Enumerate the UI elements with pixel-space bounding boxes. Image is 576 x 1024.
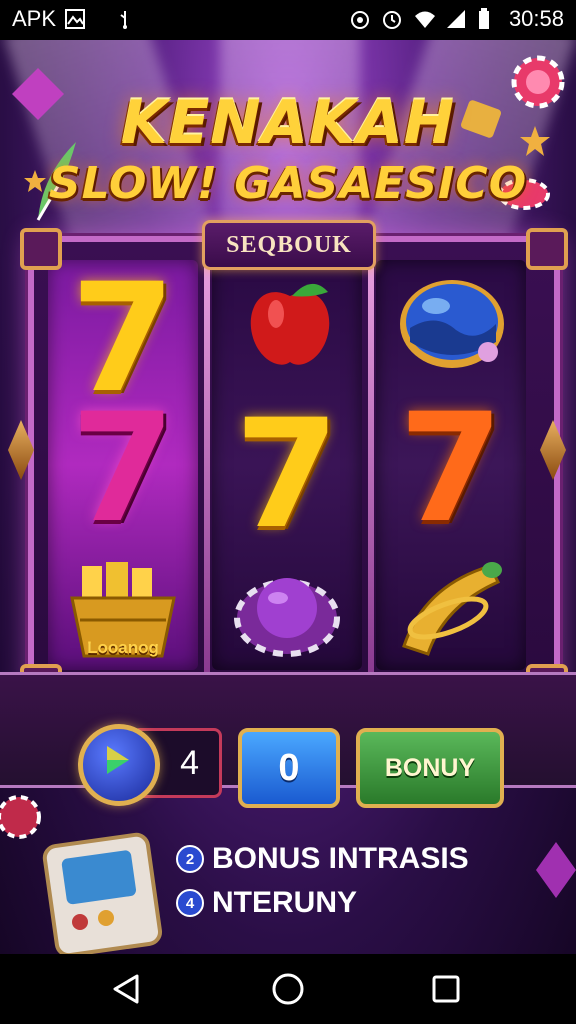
gem-icon — [536, 842, 576, 898]
back-button[interactable] — [66, 954, 186, 1024]
slot-device-icon — [42, 832, 163, 954]
reel-divider — [368, 256, 374, 674]
list-number: 4 — [176, 889, 204, 917]
recents-icon — [432, 975, 460, 1003]
purple-chip-icon — [234, 578, 340, 657]
game-title: KENAKAH — [120, 88, 456, 158]
reel-1[interactable]: 7 7 Looanog — [48, 260, 198, 670]
recents-button[interactable] — [386, 954, 506, 1024]
image-icon — [64, 8, 86, 30]
seven-orange-symbol: 7 — [398, 382, 504, 556]
list-number: 2 — [176, 845, 204, 873]
back-icon — [113, 974, 139, 1004]
list-label: BONUS INTRASIS — [212, 842, 469, 875]
slot-machine-frame: 7 7 Looanog 7 7 — [20, 228, 568, 706]
wifi-icon — [413, 8, 435, 30]
alarm-icon — [349, 8, 371, 30]
bet-value-button[interactable]: 0 — [238, 728, 340, 808]
navigation-bar — [0, 954, 576, 1024]
home-icon — [272, 973, 304, 1005]
reel-3[interactable]: 7 — [376, 260, 526, 670]
clock-icon — [381, 8, 403, 30]
game-canvas: KENAKAH SLOW! GASAESICO 7 7 Looanog 7 7 … — [0, 40, 576, 954]
frame-corner — [20, 228, 62, 270]
reel-2[interactable]: 7 — [212, 260, 362, 670]
red-apple-icon — [250, 283, 330, 365]
play-icon — [107, 746, 129, 774]
seven-yellow-symbol: 7 — [234, 388, 340, 562]
status-app-label: APK — [12, 6, 57, 31]
frame-corner — [526, 228, 568, 270]
status-bar: APK 30:58 — [0, 0, 576, 40]
reel-divider — [204, 256, 210, 674]
reel-plaque: SEQBOUK — [202, 220, 376, 270]
bucket-label: Looanog — [87, 638, 159, 657]
bonus-button[interactable]: BONUY — [356, 728, 504, 808]
bottom-list-item: 4 NTERUNY — [176, 886, 357, 920]
usb-icon — [114, 8, 136, 30]
blue-orb-icon — [400, 280, 504, 368]
status-time: 30:58 — [508, 6, 564, 31]
game-subtitle: SLOW! GASAESICO — [48, 158, 528, 209]
list-label: NTERUNY — [212, 886, 358, 919]
signal-icon — [445, 8, 467, 30]
seven-pink-symbol: 7 — [70, 382, 176, 556]
golden-horn-icon — [402, 562, 502, 656]
casino-chip-icon — [0, 795, 41, 839]
home-button[interactable] — [228, 954, 348, 1024]
bottom-list-item: 2 BONUS INTRASIS — [176, 842, 469, 876]
play-button[interactable] — [78, 724, 160, 806]
battery-icon — [477, 8, 499, 30]
